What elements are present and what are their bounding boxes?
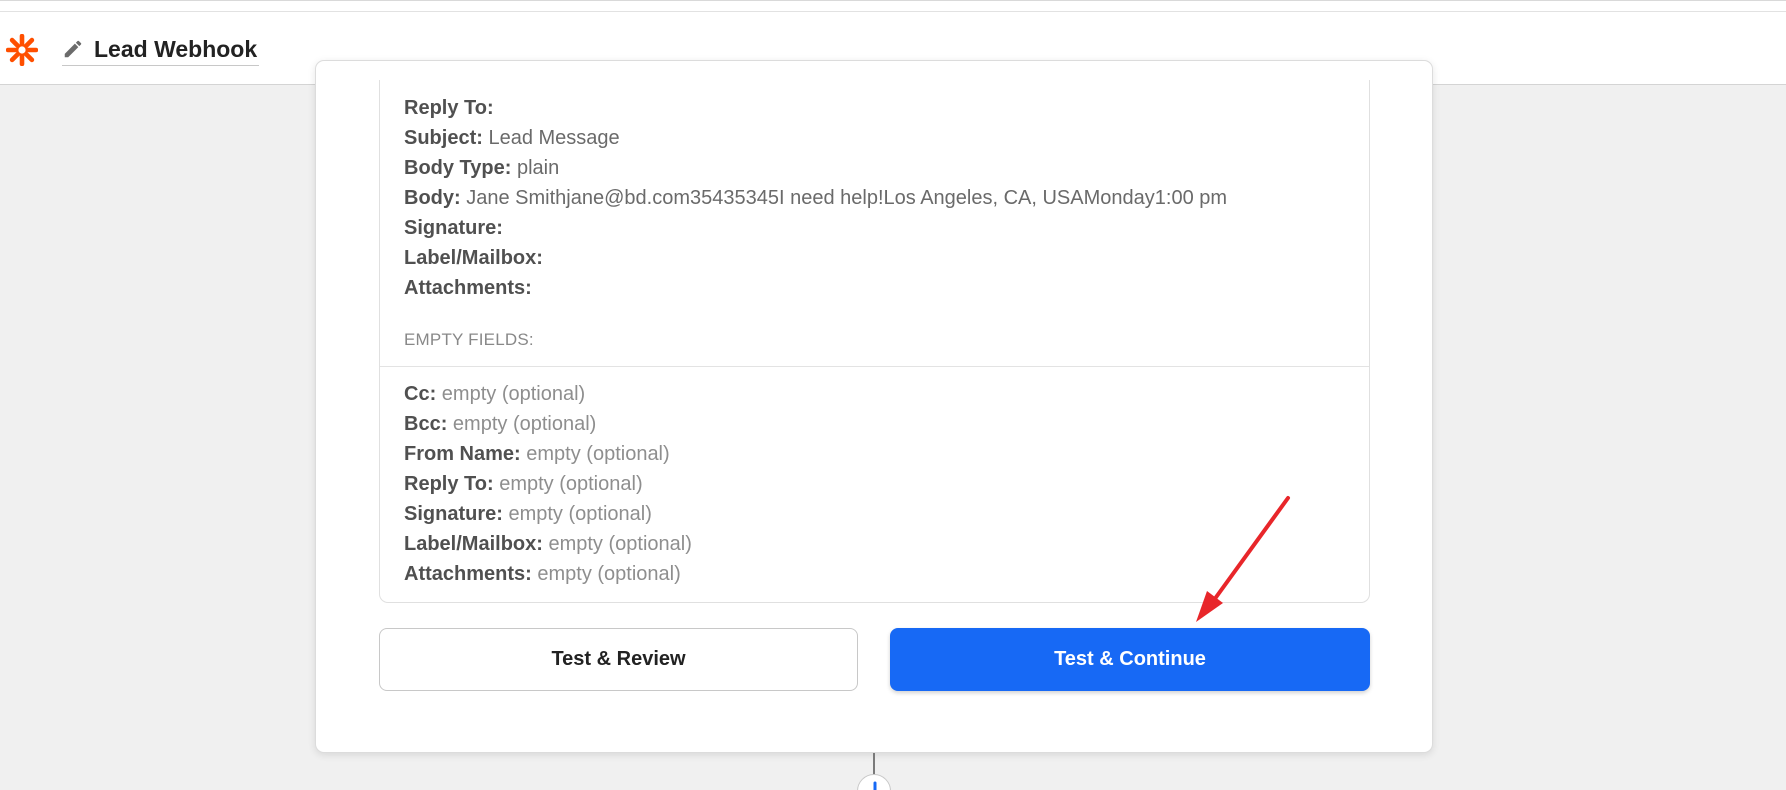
field-label: Subject: bbox=[404, 127, 483, 149]
field-reply-to: Reply To: bbox=[404, 94, 494, 122]
field-label: From Name: bbox=[404, 443, 521, 465]
empty-field-cc: Cc: empty (optional) bbox=[404, 380, 585, 408]
field-label: Signature: bbox=[404, 503, 503, 525]
zap-title-editor[interactable]: Lead Webhook bbox=[62, 33, 260, 66]
zapier-logo-icon[interactable] bbox=[6, 34, 38, 66]
field-label: Reply To: bbox=[404, 97, 494, 119]
empty-field-signature: Signature: empty (optional) bbox=[404, 500, 652, 528]
browser-edge bbox=[0, 1, 1786, 12]
field-label-mailbox: Label/Mailbox: bbox=[404, 244, 543, 272]
field-value: Jane Smithjane@bd.com35435345I need help… bbox=[466, 187, 1228, 209]
zap-title[interactable]: Lead Webhook bbox=[94, 33, 257, 65]
test-and-review-button[interactable]: Test & Review bbox=[379, 628, 858, 691]
field-value: empty (optional) bbox=[537, 563, 681, 585]
empty-field-bcc: Bcc: empty (optional) bbox=[404, 410, 596, 438]
field-label: Signature: bbox=[404, 217, 503, 239]
field-value: empty (optional) bbox=[526, 443, 670, 465]
field-value: Lead Message bbox=[488, 127, 620, 149]
field-signature: Signature: bbox=[404, 214, 503, 242]
empty-field-from-name: From Name: empty (optional) bbox=[404, 440, 670, 468]
field-label: Bcc: bbox=[404, 413, 448, 435]
pencil-icon[interactable] bbox=[62, 38, 84, 60]
field-label: Attachments: bbox=[404, 277, 532, 299]
empty-field-reply-to: Reply To: empty (optional) bbox=[404, 470, 643, 498]
empty-field-attachments: Attachments: empty (optional) bbox=[404, 560, 681, 588]
field-label: Label/Mailbox: bbox=[404, 247, 543, 269]
field-value: empty (optional) bbox=[452, 413, 597, 435]
field-label: Body: bbox=[404, 187, 461, 209]
field-attachments: Attachments: bbox=[404, 274, 532, 302]
section-divider bbox=[380, 366, 1369, 367]
field-label: Cc: bbox=[404, 383, 437, 405]
field-value: empty (optional) bbox=[441, 383, 586, 405]
plus-icon bbox=[873, 781, 877, 790]
empty-field-label-mailbox: Label/Mailbox: empty (optional) bbox=[404, 530, 692, 558]
field-value: empty (optional) bbox=[499, 473, 643, 495]
field-label: Label/Mailbox: bbox=[404, 533, 543, 555]
field-label: Attachments: bbox=[404, 563, 532, 585]
empty-fields-heading: EMPTY FIELDS: bbox=[404, 330, 534, 349]
field-value: empty (optional) bbox=[548, 533, 692, 555]
field-value: plain bbox=[516, 157, 560, 179]
test-and-continue-button[interactable]: Test & Continue bbox=[890, 628, 1370, 691]
field-body-type: Body Type: plain bbox=[404, 154, 559, 182]
field-label: Reply To: bbox=[404, 473, 494, 495]
field-body: Body: Jane Smithjane@bd.com35435345I nee… bbox=[404, 184, 1227, 212]
field-label: Body Type: bbox=[404, 157, 512, 179]
add-step-button[interactable] bbox=[857, 774, 891, 790]
field-subject: Subject: Lead Message bbox=[404, 124, 620, 152]
red-arrow-annotation-icon bbox=[1196, 496, 1290, 622]
field-value: empty (optional) bbox=[508, 503, 652, 525]
